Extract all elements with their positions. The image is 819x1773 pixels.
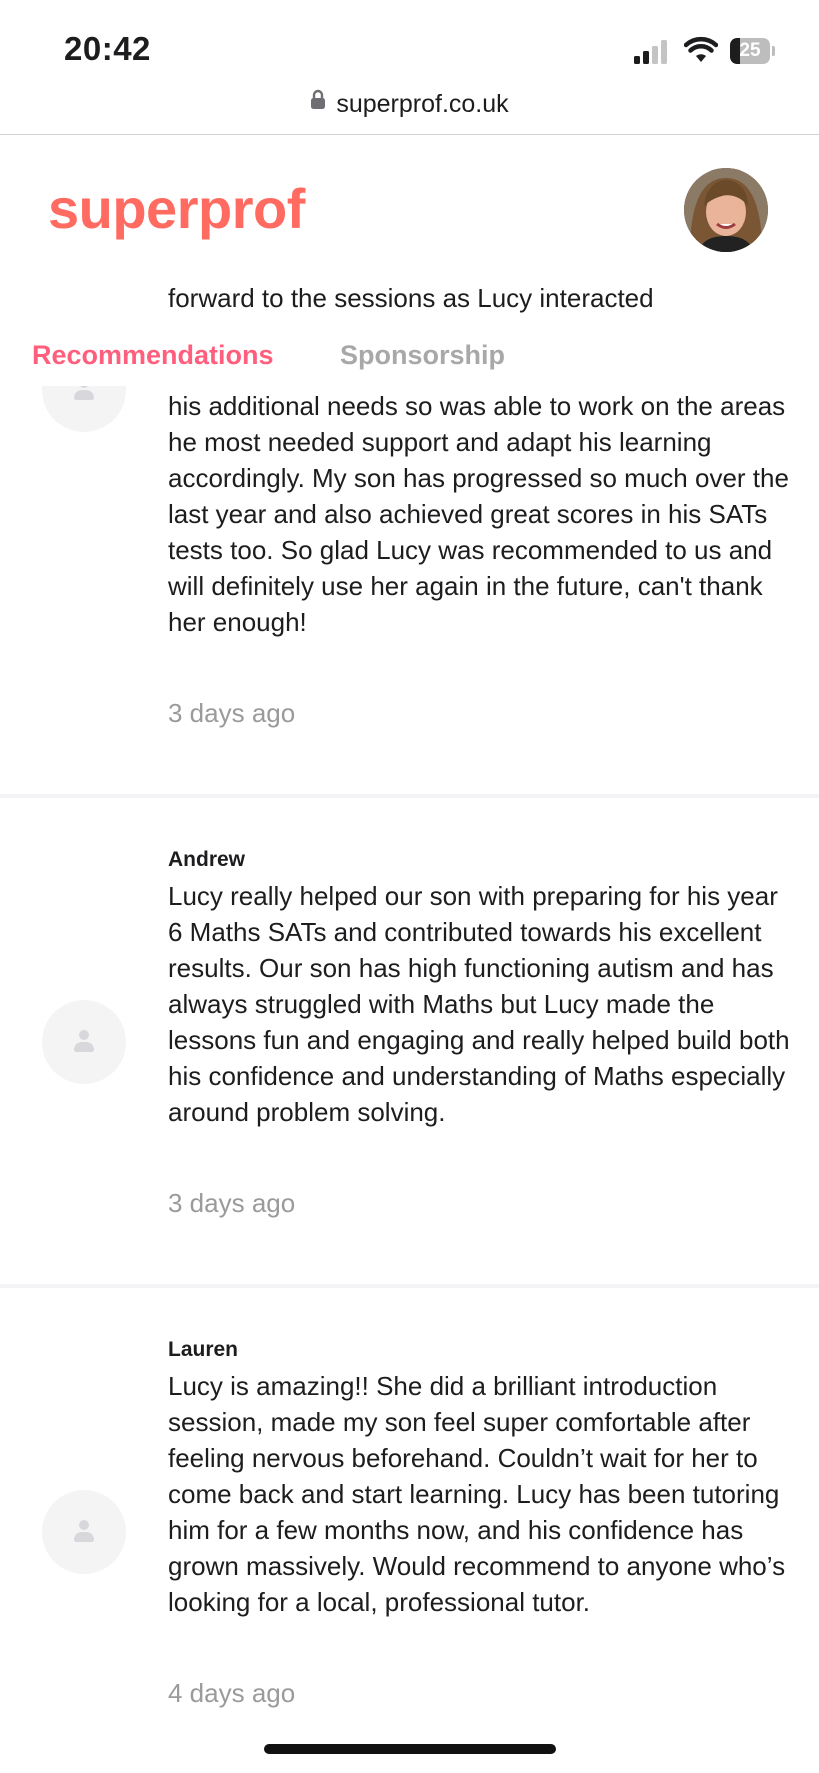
tab-sponsorship[interactable]: Sponsorship xyxy=(340,340,505,371)
lock-icon xyxy=(310,88,326,117)
review-text: his additional needs so was able to work… xyxy=(168,391,789,637)
review-author: Andrew xyxy=(168,848,246,871)
status-time: 20:42 xyxy=(64,30,151,67)
battery-icon: 25 xyxy=(730,38,776,64)
review-divider xyxy=(0,794,819,798)
url-text: superprof.co.uk xyxy=(336,90,509,118)
review-text: Lucy is amazing!! She did a brilliant in… xyxy=(168,1371,786,1617)
review-date: 3 days ago xyxy=(168,1188,296,1218)
reviewer-avatar-placeholder xyxy=(42,1490,126,1574)
review-text: Lucy really helped our son with preparin… xyxy=(168,881,790,1127)
superprof-logo[interactable]: superprof xyxy=(48,176,305,241)
wifi-icon xyxy=(683,36,719,64)
user-avatar[interactable] xyxy=(684,168,768,252)
tab-recommendations[interactable]: Recommendations xyxy=(32,340,274,371)
url-bar[interactable]: superprof.co.uk xyxy=(0,80,819,135)
review-date: 3 days ago xyxy=(168,698,296,728)
signal-icon xyxy=(634,40,670,64)
section-tabs: Recommendations Sponsorship xyxy=(0,330,819,386)
review-date: 4 days ago xyxy=(168,1678,296,1708)
review-author: Lauren xyxy=(168,1338,239,1361)
reviewer-avatar-placeholder xyxy=(42,1000,126,1084)
home-indicator[interactable] xyxy=(264,1744,556,1754)
review-text-clipped: forward to the sessions as Lucy interact… xyxy=(168,283,654,313)
battery-level: 25 xyxy=(739,40,761,61)
review-divider xyxy=(0,1284,819,1288)
